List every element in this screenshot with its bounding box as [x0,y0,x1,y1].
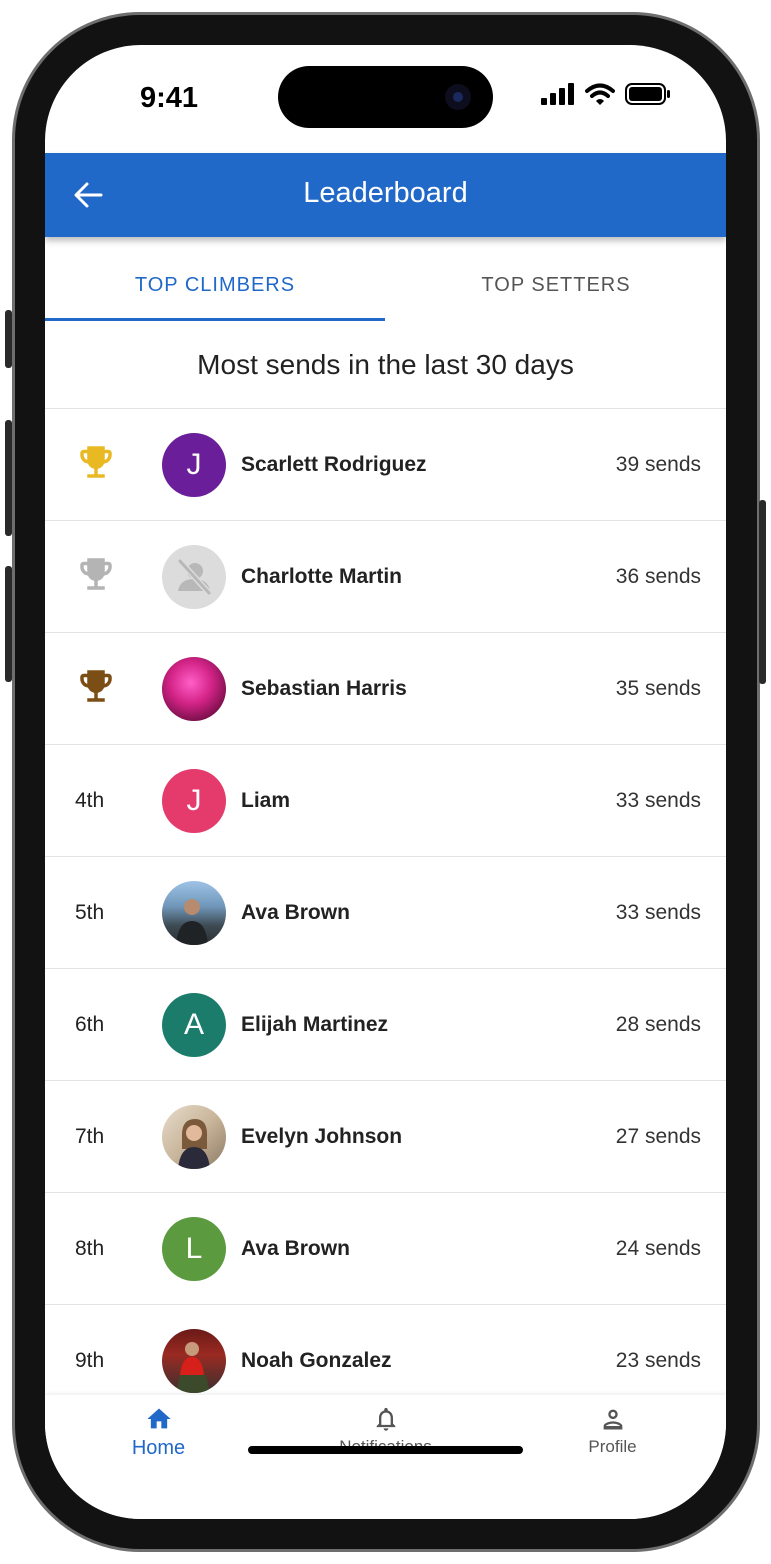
avatar [162,545,226,609]
signal-icon [541,83,574,105]
user-name: Sebastian Harris [241,677,407,700]
wifi-icon [585,83,615,105]
person-silhouette [176,1342,210,1393]
no-photo-icon [177,558,212,596]
nav-profile[interactable]: Profile [499,1405,726,1457]
leaderboard-row[interactable]: 4th J Liam 33 sends [45,744,726,856]
send-count: 33 sends [615,901,701,924]
leaderboard-row[interactable]: 8th L Ava Brown 24 sends [45,1192,726,1304]
home-indicator [248,1446,523,1454]
leaderboard-list: J Scarlett Rodriguez 39 sends Charlotte … [45,408,726,1416]
camera-icon [445,84,471,110]
user-name: Elijah Martinez [241,1013,389,1036]
leaderboard-row[interactable]: 6th A Elijah Martinez 28 sends [45,968,726,1080]
leaderboard-row[interactable]: Charlotte Martin 36 sends [45,520,726,632]
tab-bar: TOP CLIMBERS TOP SETTERS [45,237,726,321]
leaderboard-row[interactable]: 7th Evelyn Johnson 27 sends [45,1080,726,1192]
screen: 9:41 Leaderboard TOP CLIMBERS TOP SETTER… [45,45,726,1519]
user-name: Ava Brown [241,901,350,924]
dynamic-island [278,66,493,128]
avatar-photo [162,1329,226,1393]
app-bar: Leaderboard [45,153,726,237]
nav-profile-label: Profile [588,1437,637,1456]
user-name: Liam [241,789,291,812]
avatar-initial: J [186,448,202,481]
avatar: L [162,1217,226,1281]
send-count: 24 sends [615,1237,701,1260]
rank-label: 5th [75,901,105,924]
home-icon [146,1408,171,1429]
send-count: 39 sends [615,453,701,476]
user-name: Scarlett Rodriguez [241,453,427,476]
rank-label: 7th [75,1125,105,1148]
user-name: Evelyn Johnson [241,1125,403,1148]
nav-home-label: Home [131,1437,186,1459]
user-name: Charlotte Martin [241,565,403,588]
tab-top-climbers[interactable]: TOP CLIMBERS [45,237,385,321]
page-title: Leaderboard [303,177,468,209]
leaderboard-row[interactable]: J Scarlett Rodriguez 39 sends [45,408,726,520]
action-button [5,310,12,368]
avatar: A [162,993,226,1057]
person-icon [603,1409,622,1430]
power-button [759,500,766,684]
user-name: Ava Brown [241,1237,350,1260]
leaderboard-subtitle: Most sends in the last 30 days [197,349,574,380]
rank-label: 4th [75,789,105,812]
battery-icon [625,83,670,105]
rank-label: 8th [75,1237,105,1260]
bronze-trophy-icon [80,670,112,702]
avatar-initial: J [186,784,202,817]
nav-home[interactable]: Home [45,1405,272,1460]
volume-up-button [5,420,12,536]
avatar-photo [162,1105,226,1169]
send-count: 35 sends [615,677,701,700]
bell-icon [376,1407,395,1431]
person-silhouette [176,899,208,945]
status-time: 9:41 [140,82,199,114]
avatar-initial: L [185,1232,203,1265]
tab-top-setters[interactable]: TOP SETTERS [386,237,726,321]
status-icons [541,83,671,105]
avatar: J [162,433,226,497]
avatar-initial: A [183,1008,204,1041]
rank-label: 6th [75,1013,105,1036]
volume-down-button [5,566,12,682]
bottom-nav: Home Notifications Profile [45,1395,726,1519]
leaderboard-row[interactable]: 5th Ava Brown 33 sends [45,856,726,968]
send-count: 36 sends [615,565,701,588]
avatar: J [162,769,226,833]
person-silhouette [178,1119,210,1169]
silver-trophy-icon [80,558,112,590]
send-count: 33 sends [615,789,701,812]
leaderboard-row[interactable]: Sebastian Harris 35 sends [45,632,726,744]
avatar-photo [162,657,226,721]
send-count: 28 sends [615,1013,701,1036]
send-count: 27 sends [615,1125,701,1148]
tab-indicator [45,318,385,321]
avatar-photo [162,881,226,945]
gold-trophy-icon [80,446,112,478]
